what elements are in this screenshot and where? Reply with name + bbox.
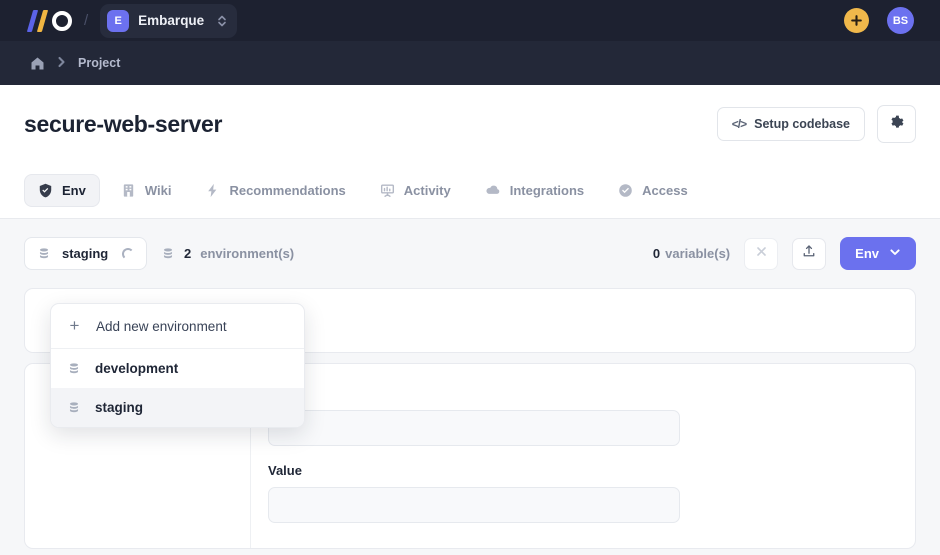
- tab-wiki[interactable]: Wiki: [108, 175, 185, 206]
- dropdown-item-label: development: [95, 361, 179, 376]
- check-circle-icon: [618, 183, 633, 198]
- env-actions-button[interactable]: Env: [840, 237, 916, 270]
- clear-button[interactable]: [744, 237, 779, 270]
- variable-count: 0 variable(s): [653, 246, 730, 261]
- page-header: secure-web-server </> Setup codebase: [0, 85, 940, 163]
- dropdown-item-development[interactable]: development: [51, 349, 304, 388]
- dropdown-item-add-environment[interactable]: + Add new environment: [51, 304, 304, 349]
- tab-recommendations[interactable]: Recommendations: [192, 175, 358, 206]
- loading-spinner: [122, 247, 134, 260]
- project-selector[interactable]: E Embarque: [100, 3, 238, 38]
- book-icon: [121, 183, 136, 198]
- tab-label: Integrations: [509, 183, 585, 198]
- tab-label: Env: [62, 183, 86, 198]
- key-input[interactable]: [268, 410, 680, 446]
- project-name-label: Embarque: [138, 13, 205, 28]
- tab-integrations[interactable]: Integrations: [472, 175, 597, 206]
- logo-slash-blue: [26, 9, 39, 32]
- tabs-bar: Env Wiki Recommendations Activity Integr…: [0, 163, 940, 219]
- code-brackets-icon: </>: [731, 117, 747, 131]
- tab-label: Access: [642, 183, 688, 198]
- add-new-button[interactable]: [844, 8, 869, 33]
- env-actions-label: Env: [855, 246, 879, 261]
- database-stack-icon: [161, 247, 175, 261]
- tab-env[interactable]: Env: [24, 174, 100, 207]
- user-avatar[interactable]: BS: [887, 7, 914, 34]
- environment-dropdown-menu: + Add new environment development stagin…: [50, 303, 305, 428]
- lightning-bolt-icon: [205, 183, 220, 198]
- value-input[interactable]: [268, 487, 680, 523]
- database-stack-icon: [67, 362, 81, 376]
- cloud-icon: [485, 183, 501, 198]
- logo-slash-amber: [36, 9, 49, 32]
- chevron-right-icon: [56, 56, 67, 71]
- app-root: / E Embarque BS Project secure-web-serve…: [0, 0, 940, 555]
- environment-count-number: 2: [184, 246, 192, 261]
- variable-count-label: variable(s): [665, 246, 731, 261]
- tab-label: Recommendations: [229, 183, 346, 198]
- close-x-icon: [755, 245, 768, 263]
- chevron-up-down-icon: [217, 14, 227, 28]
- upload-button[interactable]: [792, 237, 827, 270]
- gear-icon: [889, 115, 904, 133]
- database-stack-icon: [67, 401, 81, 415]
- environment-selector[interactable]: staging: [24, 237, 147, 270]
- shield-check-icon: [38, 183, 53, 198]
- database-stack-icon: [37, 247, 51, 261]
- variable-count-number: 0: [652, 246, 661, 261]
- key-field-label: Key: [268, 386, 889, 401]
- setup-codebase-button[interactable]: </> Setup codebase: [716, 107, 865, 141]
- settings-button[interactable]: [877, 105, 916, 143]
- breadcrumb-bar: Project: [0, 41, 940, 85]
- tab-activity[interactable]: Activity: [367, 175, 464, 206]
- topbar-separator: /: [84, 12, 89, 29]
- plus-icon: +: [69, 316, 80, 335]
- top-bar: / E Embarque BS: [0, 0, 940, 41]
- home-icon[interactable]: [30, 56, 45, 71]
- tab-access[interactable]: Access: [605, 175, 701, 206]
- environment-selector-value: staging: [62, 246, 109, 261]
- environment-count-label: environment(s): [200, 246, 295, 261]
- variable-form-panel: Key Value: [251, 364, 915, 548]
- breadcrumb: Project: [14, 56, 120, 71]
- project-badge: E: [107, 9, 130, 32]
- brand-logo-icon[interactable]: [14, 9, 72, 32]
- logo-o-ring: [52, 10, 72, 31]
- environment-count: 2 environment(s): [161, 246, 294, 261]
- tab-label: Activity: [403, 183, 451, 198]
- tab-list: Env Wiki Recommendations Activity Integr…: [24, 174, 701, 207]
- chevron-down-icon: [889, 246, 901, 261]
- breadcrumb-current[interactable]: Project: [78, 56, 120, 70]
- dropdown-item-label: Add new environment: [96, 318, 227, 334]
- presentation-chart-icon: [380, 183, 395, 198]
- upload-icon: [802, 244, 816, 263]
- dropdown-item-label: staging: [95, 400, 144, 415]
- tab-label: Wiki: [144, 183, 172, 198]
- page-title: secure-web-server: [24, 110, 223, 137]
- env-toolbar: staging 2 environment(s) 0 variable(s) E…: [24, 219, 916, 288]
- value-field-label: Value: [268, 463, 302, 478]
- setup-codebase-label: Setup codebase: [754, 117, 850, 131]
- dropdown-item-staging[interactable]: staging: [51, 388, 304, 427]
